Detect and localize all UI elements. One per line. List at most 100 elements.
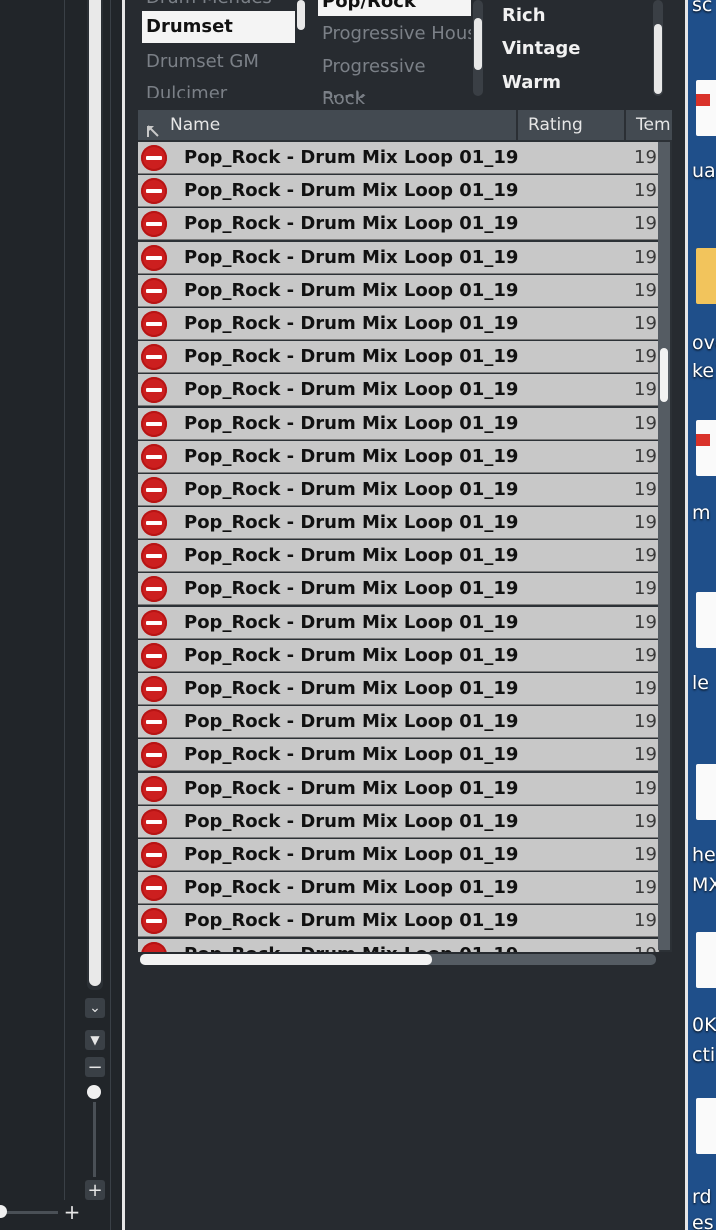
- table-row[interactable]: Pop_Rock - Drum Mix Loop 01_195bpm 195: [138, 805, 660, 838]
- table-row[interactable]: Pop_Rock - Drum Mix Loop 01_190bpm 190: [138, 175, 660, 208]
- desktop-icon-label[interactable]: rd: [692, 1186, 712, 1208]
- table-row[interactable]: Pop_Rock - Drum Mix Loop 01_195bpm 195: [138, 374, 660, 407]
- table-row[interactable]: Pop_Rock - Drum Mix Loop 01_195bpm 195: [138, 573, 660, 606]
- category-item-selected[interactable]: Pop/Rock: [318, 0, 471, 16]
- table-row[interactable]: Pop_Rock - Drum Mix Loop 01_195bpm 195: [138, 639, 660, 672]
- desktop-icon-label[interactable]: ua: [692, 160, 716, 182]
- row-tempo: 195: [634, 279, 660, 301]
- table-vertical-scrollbar-thumb[interactable]: [660, 348, 668, 402]
- desktop-icon-label[interactable]: ove: [692, 332, 716, 354]
- column-header-tempo[interactable]: Tempo: [626, 110, 672, 140]
- chevron-down-icon[interactable]: ⌄: [85, 998, 105, 1018]
- desktop-icon-label[interactable]: m: [692, 502, 711, 524]
- category-3-scrollbar-thumb[interactable]: [654, 24, 662, 94]
- table-row[interactable]: Pop_Rock - Drum Mix Loop 01_190bpm 190: [138, 142, 660, 174]
- category-item[interactable]: Warm: [498, 67, 648, 99]
- column-header-name[interactable]: Name: [138, 110, 518, 140]
- table-row[interactable]: Pop_Rock - Drum Mix Loop 01_195bpm 195: [138, 706, 660, 739]
- row-name: Pop_Rock - Drum Mix Loop 01_190bpm: [184, 180, 518, 202]
- pdf-file-icon[interactable]: [696, 80, 716, 136]
- file-icon[interactable]: [696, 764, 716, 820]
- left-divider-2: [110, 0, 111, 1230]
- table-row[interactable]: Pop_Rock - Drum Mix Loop 01_195bpm 195: [138, 673, 660, 705]
- category-item[interactable]: Vintage: [498, 33, 648, 65]
- table-row[interactable]: Pop_Rock - Drum Mix Loop 01_195bpm 195: [138, 872, 660, 905]
- table-header: Name Rating Tempo: [138, 110, 672, 140]
- left-scrollbar-thumb[interactable]: [89, 0, 101, 986]
- table-row[interactable]: Pop_Rock - Drum Mix Loop 01_195bpm 195: [138, 606, 660, 639]
- no-entry-icon: [141, 841, 167, 868]
- no-entry-icon: [141, 775, 167, 802]
- table-row[interactable]: Pop_Rock - Drum Mix Loop 01_195bpm 195: [138, 341, 660, 374]
- row-name: Pop_Rock - Drum Mix Loop 01_195bpm: [184, 279, 518, 301]
- category-item[interactable]: Dulcimer: [142, 78, 295, 98]
- table-row[interactable]: Pop_Rock - Drum Mix Loop 01_195bpm 195: [138, 739, 660, 772]
- desktop-icon-label[interactable]: es: [692, 1212, 714, 1230]
- vertical-zoom-knob[interactable]: [87, 1085, 101, 1099]
- desktop-background: sc ua ove ke m le he MX 0K cti rd es: [688, 0, 716, 1230]
- no-entry-icon: [141, 709, 167, 736]
- horizontal-zoom-plus-icon[interactable]: +: [62, 1200, 82, 1224]
- no-entry-icon: [141, 875, 167, 902]
- column-header-name-label: Name: [170, 115, 221, 135]
- row-tempo: 195: [634, 777, 660, 799]
- sort-corner-icon[interactable]: [146, 118, 160, 137]
- table-row[interactable]: Pop_Rock - Drum Mix Loop 01_195bpm 195: [138, 905, 660, 938]
- category-item[interactable]: Progressive House: [318, 18, 471, 50]
- desktop-icon-label[interactable]: he: [692, 844, 716, 866]
- desktop-icon-label[interactable]: le: [692, 672, 709, 694]
- no-entry-icon: [141, 344, 167, 371]
- row-name: Pop_Rock - Drum Mix Loop 01_195bpm: [184, 246, 518, 268]
- row-tempo: 195: [634, 312, 660, 334]
- no-entry-icon: [141, 377, 167, 404]
- category-2-scrollbar-thumb[interactable]: [474, 18, 482, 70]
- desktop-icon-label[interactable]: cti: [692, 1044, 715, 1066]
- table-row[interactable]: Pop_Rock - Drum Mix Loop 01_195bpm 195: [138, 241, 660, 274]
- table-row[interactable]: Pop_Rock - Drum Mix Loop 01_195bpm 195: [138, 938, 660, 952]
- no-entry-icon: [141, 676, 167, 702]
- table-row[interactable]: Pop_Rock - Drum Mix Loop 01_195bpm 195: [138, 440, 660, 473]
- table-row[interactable]: Pop_Rock - Drum Mix Loop 01_195bpm 195: [138, 507, 660, 540]
- vertical-zoom-slider[interactable]: [93, 1102, 96, 1177]
- table-row[interactable]: Pop_Rock - Drum Mix Loop 01_195bpm 195: [138, 838, 660, 871]
- row-tempo: 195: [634, 910, 660, 932]
- desktop-icon-label[interactable]: MX: [692, 874, 716, 896]
- no-entry-icon: [141, 576, 167, 603]
- file-icon[interactable]: [696, 592, 716, 648]
- table-row[interactable]: Pop_Rock - Drum Mix Loop 01_195bpm 195: [138, 407, 660, 440]
- horizontal-zoom-slider[interactable]: [0, 1211, 58, 1214]
- category-item[interactable]: Progressive Rock: [318, 51, 471, 109]
- table-row[interactable]: Pop_Rock - Drum Mix Loop 01_195bpm 195: [138, 307, 660, 340]
- category-item[interactable]: Rich: [498, 0, 648, 32]
- table-row[interactable]: Pop_Rock - Drum Mix Loop 01_195bpm 195: [138, 540, 660, 573]
- row-tempo: 195: [634, 678, 660, 699]
- minus-icon[interactable]: −: [85, 1057, 105, 1078]
- row-name: Pop_Rock - Drum Mix Loop 01_190bpm: [184, 147, 518, 168]
- file-icon[interactable]: [696, 1098, 716, 1154]
- desktop-icon-label[interactable]: sc: [692, 0, 712, 16]
- row-name: Pop_Rock - Drum Mix Loop 01_195bpm: [184, 644, 518, 666]
- plus-icon[interactable]: +: [85, 1180, 105, 1201]
- table-row[interactable]: Pop_Rock - Drum Mix Loop 01_195bpm 195: [138, 772, 660, 805]
- row-tempo: 195: [634, 213, 660, 235]
- table-row[interactable]: Pop_Rock - Drum Mix Loop 01_195bpm 195: [138, 208, 660, 241]
- table-horizontal-scrollbar-thumb[interactable]: [140, 954, 432, 965]
- column-header-rating[interactable]: Rating: [518, 110, 626, 140]
- row-name: Pop_Rock - Drum Mix Loop 01_195bpm: [184, 910, 518, 932]
- category-item[interactable]: Drumset GM: [142, 46, 295, 78]
- category-item-selected[interactable]: Drumset: [142, 11, 295, 43]
- category-item[interactable]: Punk: [318, 84, 471, 98]
- desktop-icon-label[interactable]: ke: [692, 360, 714, 382]
- table-row[interactable]: Pop_Rock - Drum Mix Loop 01_195bpm 195: [138, 473, 660, 506]
- desktop-icon-label[interactable]: 0K: [692, 1014, 716, 1036]
- folder-icon[interactable]: [696, 248, 716, 304]
- category-1-scrollbar[interactable]: [297, 0, 305, 30]
- file-icon[interactable]: [696, 932, 716, 988]
- table-vertical-scrollbar-track[interactable]: [658, 142, 670, 950]
- pdf-file-icon[interactable]: [696, 420, 716, 476]
- table-row[interactable]: Pop_Rock - Drum Mix Loop 01_195bpm 195: [138, 274, 660, 307]
- no-entry-icon: [141, 410, 167, 437]
- triangle-down-icon[interactable]: ▼: [85, 1030, 105, 1050]
- row-name: Pop_Rock - Drum Mix Loop 01_195bpm: [184, 744, 518, 766]
- row-tempo: 195: [634, 512, 660, 534]
